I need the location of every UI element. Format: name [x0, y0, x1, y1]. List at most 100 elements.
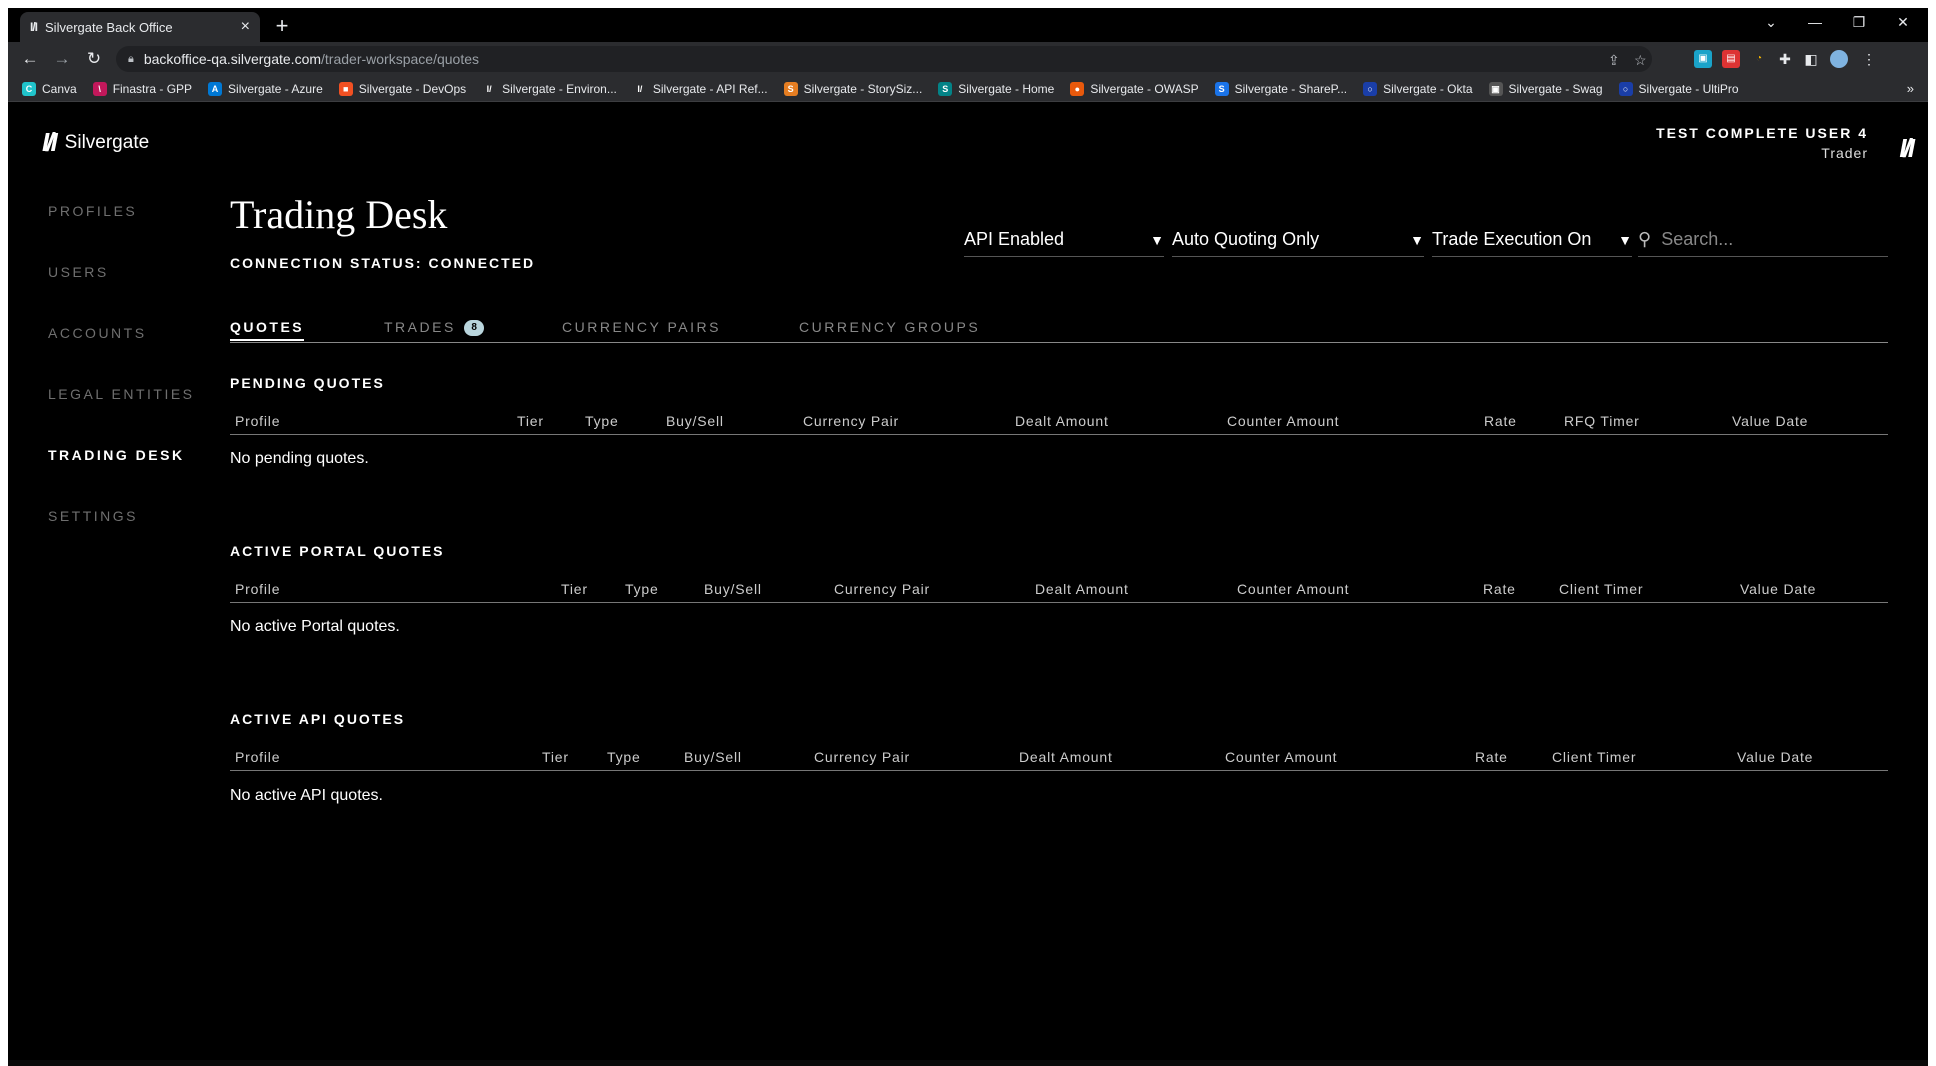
column-header[interactable]: Type — [607, 749, 641, 765]
extension-2-icon[interactable]: ▤ — [1722, 50, 1740, 68]
restore-button[interactable]: ❐ — [1844, 14, 1874, 31]
column-header[interactable]: Tier — [542, 749, 569, 765]
column-header[interactable]: Counter Amount — [1237, 581, 1349, 597]
sidebar-item-trading-desk[interactable]: TRADING DESK — [48, 447, 195, 508]
tab-currency-groups[interactable]: CURRENCY GROUPS — [799, 319, 980, 335]
bookmark-label: Silvergate - Environ... — [502, 81, 617, 96]
column-header[interactable]: Dealt Amount — [1035, 581, 1129, 597]
column-header[interactable]: Value Date — [1737, 749, 1813, 765]
connection-status: CONNECTION STATUS: CONNECTED — [230, 255, 536, 271]
bookmarks-overflow-button[interactable]: » — [1907, 81, 1914, 96]
column-header[interactable]: RFQ Timer — [1564, 413, 1640, 429]
column-header[interactable]: Profile — [235, 581, 280, 597]
column-header[interactable]: Buy/Sell — [684, 749, 742, 765]
column-header[interactable]: Client Timer — [1559, 581, 1643, 597]
bookmark-item[interactable]: ● Silvergate - OWASP — [1070, 81, 1199, 96]
back-button[interactable]: ← — [18, 48, 42, 70]
search-icon: ⚲ — [1638, 229, 1652, 249]
bookmark-star-icon[interactable]: ☆ — [1634, 52, 1647, 69]
execution-filter-select[interactable]: Trade Execution On ▼ — [1432, 223, 1632, 257]
bookmark-item[interactable]: C Canva — [22, 81, 77, 96]
column-header[interactable]: Type — [625, 581, 659, 597]
column-header[interactable]: Type — [585, 413, 619, 429]
workspace-tabs: QUOTES TRADES 8 CURRENCY PAIRS CURRENCY … — [230, 313, 1888, 343]
user-role: Trader — [1821, 145, 1868, 161]
extension-3-icon[interactable]: ◔ — [1750, 50, 1768, 68]
new-tab-button[interactable]: + — [268, 14, 296, 40]
reload-button[interactable]: ↻ — [82, 48, 106, 70]
column-header[interactable]: Currency Pair — [834, 581, 930, 597]
bookmark-favicon-icon: \ — [92, 81, 107, 96]
bookmark-item[interactable]: ▣ Silvergate - Swag — [1488, 81, 1603, 96]
profile-avatar[interactable] — [1830, 50, 1848, 68]
close-window-button[interactable]: ✕ — [1888, 14, 1918, 31]
sidebar-nav: PROFILES USERS ACCOUNTS LEGAL ENTITIES T… — [48, 203, 195, 569]
bookmark-favicon-icon: S — [938, 81, 953, 96]
bookmark-item[interactable]: \ Finastra - GPP — [92, 81, 192, 96]
dropdown-arrow-icon: ▼ — [1410, 231, 1424, 248]
minimize-button[interactable]: — — [1800, 14, 1830, 30]
bookmark-item[interactable]: ○ Silvergate - UltiPro — [1618, 81, 1739, 96]
side-panel-icon[interactable]: ◧ — [1802, 50, 1820, 68]
bookmark-item[interactable]: S Silvergate - ShareP... — [1214, 81, 1347, 96]
column-header[interactable]: Counter Amount — [1227, 413, 1339, 429]
column-header[interactable]: Dealt Amount — [1015, 413, 1109, 429]
user-menu[interactable]: TEST COMPLETE USER 4 Trader — [1656, 125, 1868, 161]
share-icon[interactable]: ⇪ — [1608, 52, 1620, 69]
column-header[interactable]: Rate — [1484, 413, 1517, 429]
browser-menu-icon[interactable]: ⋮ — [1860, 50, 1878, 68]
column-header[interactable]: Value Date — [1740, 581, 1816, 597]
bookmark-favicon-icon: Ι/ — [632, 81, 647, 96]
quoting-filter-select[interactable]: Auto Quoting Only ▼ — [1172, 223, 1424, 257]
column-header[interactable]: Rate — [1475, 749, 1508, 765]
browser-tab[interactable]: Ι/Ι Silvergate Back Office × — [20, 12, 260, 42]
column-header[interactable]: Profile — [235, 413, 280, 429]
bookmark-item[interactable]: S Silvergate - Home — [938, 81, 1054, 96]
api-filter-select[interactable]: API Enabled ▼ — [964, 223, 1164, 257]
column-header[interactable]: Buy/Sell — [666, 413, 724, 429]
bookmark-item[interactable]: ○ Silvergate - Okta — [1363, 81, 1473, 96]
bookmark-favicon-icon: ● — [1070, 81, 1085, 96]
column-header[interactable]: Counter Amount — [1225, 749, 1337, 765]
portal-quotes-empty: No active Portal quotes. — [230, 618, 400, 635]
pending-quotes-empty: No pending quotes. — [230, 450, 369, 467]
tab-search-icon[interactable]: ⌄ — [1756, 14, 1786, 31]
column-header[interactable]: Dealt Amount — [1019, 749, 1113, 765]
silvergate-logo-icon: Ι/Ι — [42, 127, 58, 157]
sidebar-item-settings[interactable]: SETTINGS — [48, 508, 195, 569]
column-header[interactable]: Rate — [1483, 581, 1516, 597]
sidebar-item-accounts[interactable]: ACCOUNTS — [48, 325, 195, 386]
dropdown-arrow-icon: ▼ — [1150, 231, 1164, 248]
address-bar[interactable]: 🔒︎ backoffice-qa.silvergate.com/trader-w… — [116, 46, 1652, 72]
bookmark-item[interactable]: Ι/Silvergate - API Ref... — [632, 81, 768, 96]
bookmark-label: Silvergate - Okta — [1383, 81, 1473, 96]
tab-trades[interactable]: TRADES 8 — [384, 319, 485, 336]
bookmark-favicon-icon: ■ — [338, 81, 353, 96]
user-name: TEST COMPLETE USER 4 — [1656, 125, 1868, 141]
search-input[interactable]: ⚲ Search... — [1638, 223, 1888, 257]
column-header[interactable]: Buy/Sell — [704, 581, 762, 597]
sidebar-item-legal-entities[interactable]: LEGAL ENTITIES — [48, 386, 195, 447]
extensions-puzzle-icon[interactable]: ✚ — [1776, 50, 1794, 68]
sidebar-item-users[interactable]: USERS — [48, 264, 195, 325]
close-tab-icon[interactable]: × — [241, 18, 250, 36]
column-header[interactable]: Tier — [561, 581, 588, 597]
dropdown-arrow-icon: ▼ — [1618, 231, 1632, 248]
column-header[interactable]: Profile — [235, 749, 280, 765]
tab-quotes[interactable]: QUOTES — [230, 319, 305, 341]
bookmark-item[interactable]: S Silvergate - StorySiz... — [783, 81, 922, 96]
column-header[interactable]: Tier — [517, 413, 544, 429]
column-header[interactable]: Currency Pair — [814, 749, 910, 765]
bookmark-item[interactable]: ■ Silvergate - DevOps — [338, 81, 466, 96]
column-header[interactable]: Currency Pair — [803, 413, 899, 429]
tab-currency-pairs[interactable]: CURRENCY PAIRS — [562, 319, 721, 335]
bookmark-item[interactable]: A Silvergate - Azure — [208, 81, 323, 96]
tab-trades-label: TRADES — [384, 319, 456, 335]
column-header[interactable]: Client Timer — [1552, 749, 1636, 765]
sidebar-item-profiles[interactable]: PROFILES — [48, 203, 195, 264]
forward-button[interactable]: → — [50, 48, 74, 70]
extension-1-icon[interactable]: ▣ — [1694, 50, 1712, 68]
bookmark-item[interactable]: Ι/Silvergate - Environ... — [482, 81, 617, 96]
brand-logo[interactable]: Ι/Ι Silvergate — [42, 127, 149, 158]
column-header[interactable]: Value Date — [1732, 413, 1808, 429]
